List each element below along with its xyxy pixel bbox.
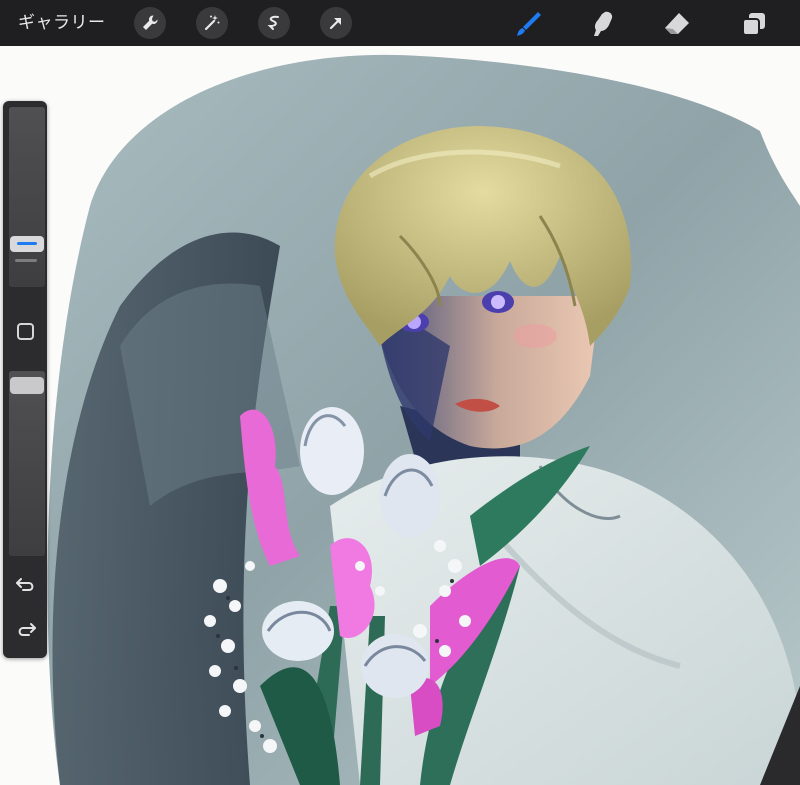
redo-icon	[18, 623, 36, 636]
smudge-button[interactable]	[586, 7, 620, 41]
adjustments-button[interactable]	[196, 7, 228, 39]
wrench-icon	[143, 15, 158, 30]
actions-button[interactable]	[134, 7, 166, 39]
undo-button[interactable]	[13, 574, 39, 596]
opacity-handle[interactable]	[10, 377, 44, 394]
smudge-icon	[594, 11, 613, 36]
redo-button[interactable]	[13, 619, 39, 641]
gallery-button[interactable]: ギャラリー	[18, 9, 106, 37]
brush-size-indicator	[15, 259, 37, 262]
left-sidebar	[3, 101, 47, 658]
transform-button[interactable]	[320, 7, 352, 39]
brush-button[interactable]	[512, 7, 546, 41]
eraser-button[interactable]	[660, 7, 694, 41]
eraser-icon	[665, 13, 689, 34]
modify-square-icon[interactable]	[17, 323, 34, 340]
layers-icon	[742, 13, 765, 36]
transform-arrow-icon	[329, 17, 342, 30]
brush-size-handle[interactable]	[10, 236, 44, 252]
undo-icon	[16, 578, 34, 591]
brush-icon	[517, 12, 541, 36]
selection-icon	[267, 15, 279, 30]
magic-wand-icon	[204, 15, 220, 31]
drawing-canvas[interactable]	[0, 46, 800, 785]
top-toolbar: ギャラリー	[0, 0, 800, 46]
painting-artwork	[47, 55, 800, 785]
opacity-slider[interactable]	[9, 371, 45, 556]
selection-button[interactable]	[258, 7, 290, 39]
layers-button[interactable]	[737, 7, 771, 41]
